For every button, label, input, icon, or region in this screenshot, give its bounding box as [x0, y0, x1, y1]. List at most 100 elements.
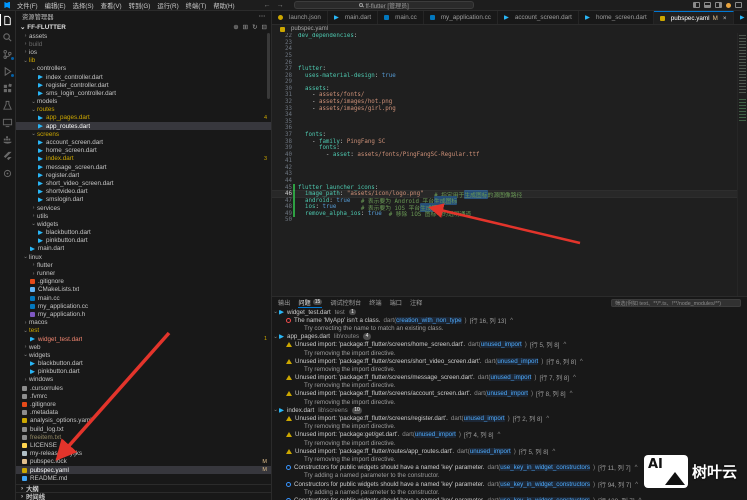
- tree-folder-controllers[interactable]: ⌄ controllers: [16, 65, 271, 73]
- tab-main.dart[interactable]: main.dart: [328, 11, 379, 24]
- tree-file-build_log.txt[interactable]: build_log.txt: [16, 425, 271, 433]
- collapse-icon[interactable]: ^: [635, 464, 638, 471]
- tree-folder-assets[interactable]: › assets: [16, 32, 271, 40]
- tree-file-main.cc[interactable]: main.cc: [16, 294, 271, 302]
- panel-tab-注释[interactable]: 注释: [410, 297, 422, 308]
- tab-account_screen.dart[interactable]: account_screen.dart: [498, 11, 579, 24]
- problem-rule-link[interactable]: unused_import: [490, 374, 532, 382]
- problem-row[interactable]: Unused import: 'package:ff_flutter/scree…: [272, 357, 747, 365]
- tree-file-my_application.cc[interactable]: my_application.cc: [16, 302, 271, 310]
- tree-file-main.dart[interactable]: main.dart: [16, 245, 271, 253]
- menu-item[interactable]: 运行(R): [154, 1, 181, 10]
- extensions-icon[interactable]: [2, 82, 14, 94]
- tree-file-.metadata[interactable]: .metadata: [16, 409, 271, 417]
- tree-file-blackbutton.dart[interactable]: blackbutton.dart: [16, 229, 271, 237]
- problem-row[interactable]: Unused import: 'package:get/get.dart'. d…: [272, 431, 747, 439]
- new-folder-icon[interactable]: ⊞: [243, 23, 248, 31]
- tree-folder-utils[interactable]: › utils: [16, 212, 271, 220]
- problem-row[interactable]: Unused import: 'package:ff_flutter/scree…: [272, 390, 747, 398]
- problem-row[interactable]: Unused import: 'package:ff_flutter/scree…: [272, 341, 747, 349]
- tab-main.cc[interactable]: main.cc: [378, 11, 424, 24]
- problem-row[interactable]: Unused import: 'package:ff_flutter/scree…: [272, 374, 747, 382]
- command-center[interactable]: ff-flutter [管理员]: [293, 1, 474, 10]
- tab-home_screen.dart[interactable]: home_screen.dart: [579, 11, 654, 24]
- tree-folder-services[interactable]: › services: [16, 204, 271, 212]
- problem-file-row[interactable]: ⌄ widget_test.dart test 1: [272, 308, 747, 316]
- tree-file-pubspec.yaml[interactable]: pubspec.yaml M: [16, 465, 271, 475]
- tree-file-shortvideo.dart[interactable]: shortvideo.dart: [16, 188, 271, 196]
- problem-rule-link[interactable]: use_key_in_widget_constructors: [500, 480, 591, 488]
- tree-file-analysis_options.yaml[interactable]: analysis_options.yaml: [16, 417, 271, 425]
- panel-tab-调试控制台[interactable]: 调试控制台: [330, 297, 361, 308]
- problem-rule-link[interactable]: unused_import: [414, 431, 456, 439]
- panel-tab-问题[interactable]: 问题 15: [298, 297, 323, 308]
- problem-rule-link[interactable]: unused_import: [469, 447, 511, 455]
- flutter-icon[interactable]: [2, 150, 14, 162]
- nav-back-icon[interactable]: ←: [264, 2, 271, 9]
- sidebar-scrollbar[interactable]: [267, 33, 270, 99]
- tree-folder-runner[interactable]: › runner: [16, 269, 271, 277]
- tree-folder-macos[interactable]: › macos: [16, 319, 271, 327]
- collapse-icon[interactable]: ^: [552, 448, 555, 455]
- testing-icon[interactable]: [2, 99, 14, 111]
- tree-file-my-release-key.jks[interactable]: my-release-key.jks: [16, 450, 271, 458]
- problem-row[interactable]: The name 'MyApp' isn't a class. dart(cre…: [272, 316, 747, 324]
- tree-file-register.dart[interactable]: register.dart: [16, 171, 271, 179]
- problem-row[interactable]: Constructors for public widgets should h…: [272, 496, 747, 500]
- problem-file-row[interactable]: ⌄ app_pages.dart lib\routes 4: [272, 333, 747, 341]
- tree-folder-widgets[interactable]: ⌄ widgets: [16, 220, 271, 228]
- collapse-icon[interactable]: ^: [580, 358, 583, 365]
- problem-rule-link[interactable]: creation_with_non_type: [396, 316, 462, 324]
- toggle-panel-icon[interactable]: [704, 2, 711, 8]
- docker-icon[interactable]: [2, 133, 14, 145]
- collapse-icon[interactable]: ^: [570, 390, 573, 397]
- problem-rule-link[interactable]: unused_import: [497, 357, 539, 365]
- search-icon[interactable]: [2, 31, 14, 43]
- tree-file-account_screen.dart[interactable]: account_screen.dart: [16, 138, 271, 146]
- tree-file-message_screen.dart[interactable]: message_screen.dart: [16, 163, 271, 171]
- tree-file-smslogin.dart[interactable]: smslogin.dart: [16, 196, 271, 204]
- nav-forward-icon[interactable]: →: [277, 2, 284, 9]
- problem-file-row[interactable]: ⌄ index.dart lib\screens 10: [272, 406, 747, 414]
- tree-file-index.dart[interactable]: index.dart 3: [16, 155, 271, 163]
- tree-file-home_screen.dart[interactable]: home_screen.dart: [16, 147, 271, 155]
- tree-folder-test[interactable]: ⌄ test: [16, 327, 271, 335]
- collapse-icon[interactable]: ^: [635, 481, 638, 488]
- collapse-all-icon[interactable]: ⊟: [262, 23, 267, 31]
- remote-explorer-icon[interactable]: [2, 116, 14, 128]
- close-icon[interactable]: ×: [723, 15, 727, 22]
- tab-widget_test.dart[interactable]: widget_test.dart1: [734, 11, 747, 24]
- tree-file-.fvmrc[interactable]: .fvmrc: [16, 392, 271, 400]
- tree-folder-ios[interactable]: › ios: [16, 48, 271, 56]
- code-editor[interactable]: 22 dev_dependencies:23 24 25 26 27 flutter:28 …: [272, 33, 747, 296]
- problem-rule-link[interactable]: unused_import: [487, 390, 528, 398]
- explorer-icon[interactable]: [0, 14, 14, 26]
- outline-section[interactable]: › 大纲: [16, 484, 271, 493]
- tree-file-my_application.h[interactable]: my_application.h: [16, 310, 271, 318]
- collapse-icon[interactable]: ^: [498, 431, 501, 438]
- tree-folder-linux[interactable]: ⌄ linux: [16, 253, 271, 261]
- tree-file-LICENSE[interactable]: LICENSE: [16, 441, 271, 449]
- collapse-icon[interactable]: ^: [573, 374, 576, 381]
- timeline-section[interactable]: › 时间线: [16, 492, 271, 500]
- tree-file-freeitem.txt[interactable]: freeitem.txt: [16, 433, 271, 441]
- tree-file-short_video_screen.dart[interactable]: short_video_screen.dart: [16, 179, 271, 187]
- tree-file-.gitignore[interactable]: .gitignore: [16, 400, 271, 408]
- panel-tab-终端[interactable]: 终端: [369, 297, 381, 308]
- menu-item[interactable]: 终端(T): [183, 1, 210, 10]
- menu-item[interactable]: 转到(G): [126, 1, 154, 10]
- problems-filter-input[interactable]: 筛选(例如 text、**/*.ts、!**/node_modules/**): [611, 298, 741, 307]
- problem-rule-link[interactable]: use_key_in_widget_constructors: [500, 464, 591, 472]
- toggle-primary-sidebar-icon[interactable]: [693, 2, 700, 8]
- project-root-row[interactable]: ⌄ FF-FLUTTER ⊕ ⊞ ↻ ⊟: [16, 22, 271, 32]
- tab-pubspec.yaml[interactable]: pubspec.yaml M ×: [653, 11, 734, 24]
- tree-folder-routes[interactable]: ⌄ routes: [16, 106, 271, 114]
- tree-file-pinkbutton.dart[interactable]: pinkbutton.dart: [16, 368, 271, 376]
- tree-file-register_controller.dart[interactable]: register_controller.dart: [16, 81, 271, 89]
- run-and-debug-icon[interactable]: [2, 65, 15, 78]
- customize-layout-icon[interactable]: [735, 2, 742, 8]
- tab-my_application.cc[interactable]: my_application.cc: [424, 11, 498, 24]
- notification-icon[interactable]: [726, 2, 731, 8]
- menu-item[interactable]: 查看(V): [98, 1, 125, 10]
- problem-rule-link[interactable]: unused_import: [480, 341, 522, 349]
